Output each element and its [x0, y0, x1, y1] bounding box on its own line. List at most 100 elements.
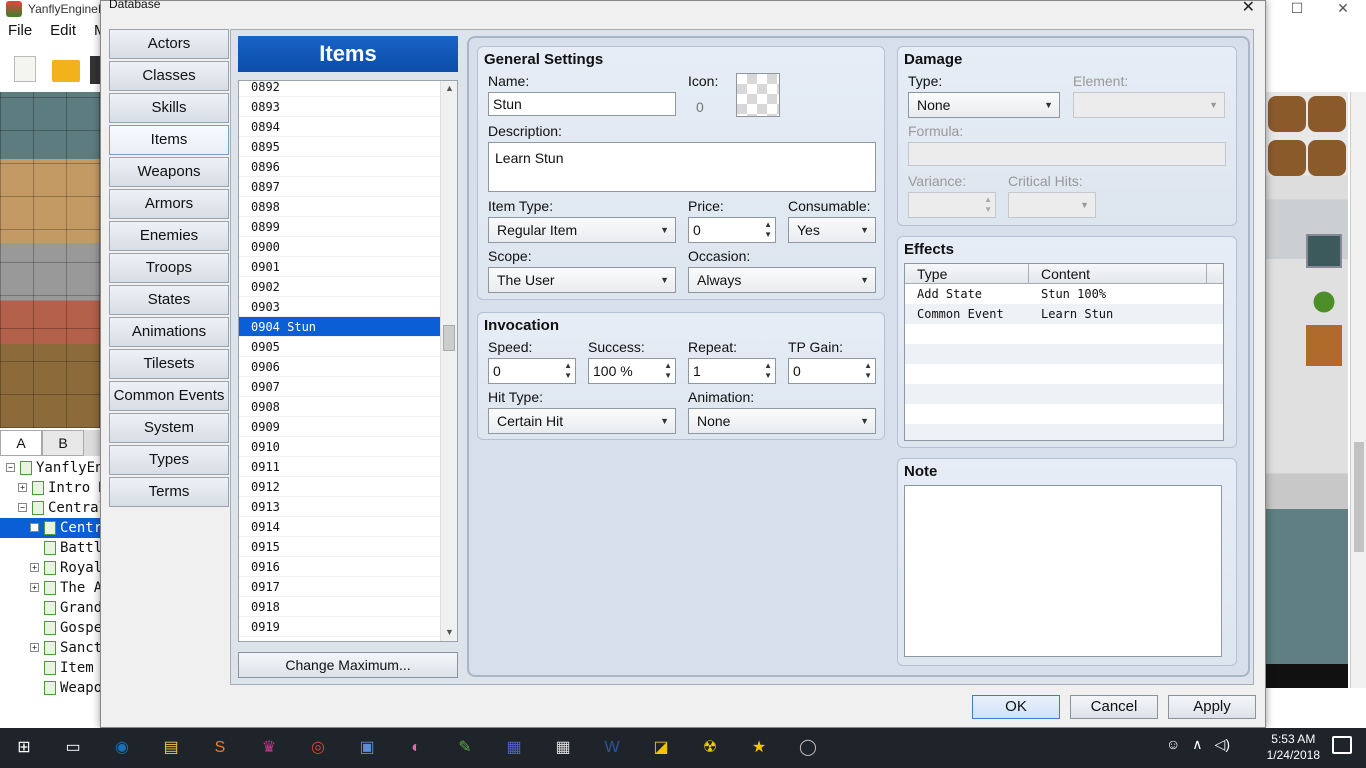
task-view-icon[interactable]: ▭ — [61, 736, 85, 760]
chevron-up-icon[interactable]: ∧ — [1192, 736, 1202, 753]
list-item[interactable]: 0916 — [239, 557, 441, 577]
column-header-type[interactable]: Type — [905, 264, 1029, 283]
collapse-icon[interactable]: − — [18, 503, 27, 512]
effects-row[interactable] — [905, 344, 1223, 364]
map-tree-item[interactable]: − Central — [0, 498, 100, 518]
name-field[interactable]: Stun — [488, 92, 676, 116]
spin-up-icon[interactable]: ▲ — [764, 221, 772, 229]
map-tree-item[interactable]: Gospel — [0, 618, 100, 638]
map-tree-item[interactable]: + Intro Ma — [0, 478, 100, 498]
spin-up-icon[interactable]: ▲ — [664, 362, 672, 370]
cancel-button[interactable]: Cancel — [1070, 695, 1158, 719]
chrome-icon[interactable]: ◎ — [306, 736, 330, 760]
effects-row[interactable]: Add State Stun 100% — [905, 284, 1223, 304]
effects-row[interactable] — [905, 404, 1223, 424]
list-item[interactable]: 0913 — [239, 497, 441, 517]
list-item[interactable]: 0897 — [239, 177, 441, 197]
steam-icon[interactable]: ◉ — [110, 736, 134, 760]
list-item[interactable]: 0906 — [239, 357, 441, 377]
list-item[interactable]: 0895 — [239, 137, 441, 157]
spin-down-icon[interactable]: ▼ — [764, 372, 772, 380]
animation-select[interactable]: None ▼ — [688, 408, 876, 434]
dialog-close-icon[interactable]: ✕ — [1242, 0, 1255, 17]
tileset-tab-a[interactable]: A — [0, 430, 42, 456]
map-scrollbar[interactable] — [1350, 92, 1366, 688]
category-tab-actors[interactable]: Actors — [109, 29, 229, 59]
effects-row[interactable] — [905, 384, 1223, 404]
list-item[interactable]: 0915 — [239, 537, 441, 557]
list-item[interactable]: 0908 — [239, 397, 441, 417]
biohazard-icon[interactable]: ☢ — [698, 736, 722, 760]
hit-type-select[interactable]: Certain Hit ▼ — [488, 408, 676, 434]
category-tab-skills[interactable]: Skills — [109, 93, 229, 123]
spin-down-icon[interactable]: ▼ — [564, 372, 572, 380]
open-folder-icon[interactable] — [52, 60, 80, 82]
change-maximum-button[interactable]: Change Maximum... — [238, 652, 458, 678]
map-tree-item[interactable]: + Sanctua — [0, 638, 100, 658]
item-type-select[interactable]: Regular Item ▼ — [488, 217, 676, 243]
list-item[interactable]: 0911 — [239, 457, 441, 477]
list-item[interactable]: 0912 — [239, 477, 441, 497]
network-icon[interactable]: ▦ — [502, 736, 526, 760]
map-tree-item[interactable]: Battle — [0, 538, 100, 558]
repeat-spinner[interactable]: 1 ▲ ▼ — [688, 358, 776, 384]
expand-icon[interactable]: + — [30, 643, 39, 652]
volume-icon[interactable]: ◁) — [1215, 736, 1230, 753]
tileset-palette[interactable] — [0, 92, 100, 428]
list-item[interactable]: 0917 — [239, 577, 441, 597]
category-tab-terms[interactable]: Terms — [109, 477, 229, 507]
critical-hits-select[interactable]: ▼ — [1008, 192, 1096, 218]
price-spinner[interactable]: 0 ▲ ▼ — [688, 217, 776, 243]
scroll-down-icon[interactable]: ▼ — [445, 627, 454, 637]
map-tree-item[interactable]: Grand C — [0, 598, 100, 618]
spin-down-icon[interactable]: ▼ — [664, 372, 672, 380]
list-item[interactable]: 0918 — [239, 597, 441, 617]
obs-icon[interactable]: ◯ — [796, 736, 820, 760]
scrollbar-thumb[interactable] — [443, 325, 455, 351]
category-tab-armors[interactable]: Armors — [109, 189, 229, 219]
category-tab-troops[interactable]: Troops — [109, 253, 229, 283]
category-tab-enemies[interactable]: Enemies — [109, 221, 229, 251]
star-icon[interactable]: ★ — [747, 736, 771, 760]
sublime-text-icon[interactable]: S — [208, 736, 232, 760]
list-item[interactable]: 0919 — [239, 617, 441, 637]
ok-button[interactable]: OK — [972, 695, 1060, 719]
list-item[interactable]: 0896 — [239, 157, 441, 177]
map-tree-item[interactable]: − YanflyEng — [0, 458, 100, 478]
scroll-up-icon[interactable]: ▲ — [445, 83, 454, 93]
menu-file[interactable]: File — [8, 22, 32, 46]
speed-spinner[interactable]: 0 ▲ ▼ — [488, 358, 576, 384]
collapse-icon[interactable]: − — [6, 463, 15, 472]
list-item[interactable]: 0907 — [239, 377, 441, 397]
windows-start-icon[interactable]: ⊞ — [12, 736, 36, 760]
menu-edit[interactable]: Edit — [50, 22, 76, 46]
list-item[interactable]: 0905 — [239, 337, 441, 357]
formula-field[interactable] — [908, 142, 1226, 166]
paint-icon[interactable]: ◐ — [404, 736, 428, 760]
effects-table[interactable]: Type Content Add State Stun 100% Common Ev… — [904, 263, 1224, 441]
category-tab-common-events[interactable]: Common Events — [109, 381, 229, 411]
maximize-button[interactable]: ☐ — [1274, 0, 1320, 20]
effects-row[interactable] — [905, 324, 1223, 344]
list-item[interactable]: 0898 — [239, 197, 441, 217]
column-header-content[interactable]: Content — [1029, 264, 1207, 283]
action-center-icon[interactable] — [1332, 736, 1352, 754]
list-item[interactable]: 0902 — [239, 277, 441, 297]
map-tree-item[interactable]: Weapon — [0, 678, 100, 698]
category-tab-states[interactable]: States — [109, 285, 229, 315]
control-panel-icon[interactable]: ▣ — [355, 736, 379, 760]
list-item[interactable]: 0914 — [239, 517, 441, 537]
list-item[interactable]: 0920 — [239, 637, 441, 641]
rpg-maker-icon[interactable]: ♛ — [257, 736, 281, 760]
map-tree-item[interactable]: + Royal L — [0, 558, 100, 578]
scope-select[interactable]: The User ▼ — [488, 267, 676, 293]
spin-up-icon[interactable]: ▲ — [864, 362, 872, 370]
variance-spinner[interactable]: ▲ ▼ — [908, 192, 996, 218]
close-button[interactable]: ✕ — [1320, 0, 1366, 20]
category-tab-tilesets[interactable]: Tilesets — [109, 349, 229, 379]
spin-down-icon[interactable]: ▼ — [764, 231, 772, 239]
calculator-icon[interactable]: ▦ — [551, 736, 575, 760]
map-tree-item[interactable]: Item Sh — [0, 658, 100, 678]
notepad-icon[interactable]: ✎ — [453, 736, 477, 760]
category-tab-types[interactable]: Types — [109, 445, 229, 475]
